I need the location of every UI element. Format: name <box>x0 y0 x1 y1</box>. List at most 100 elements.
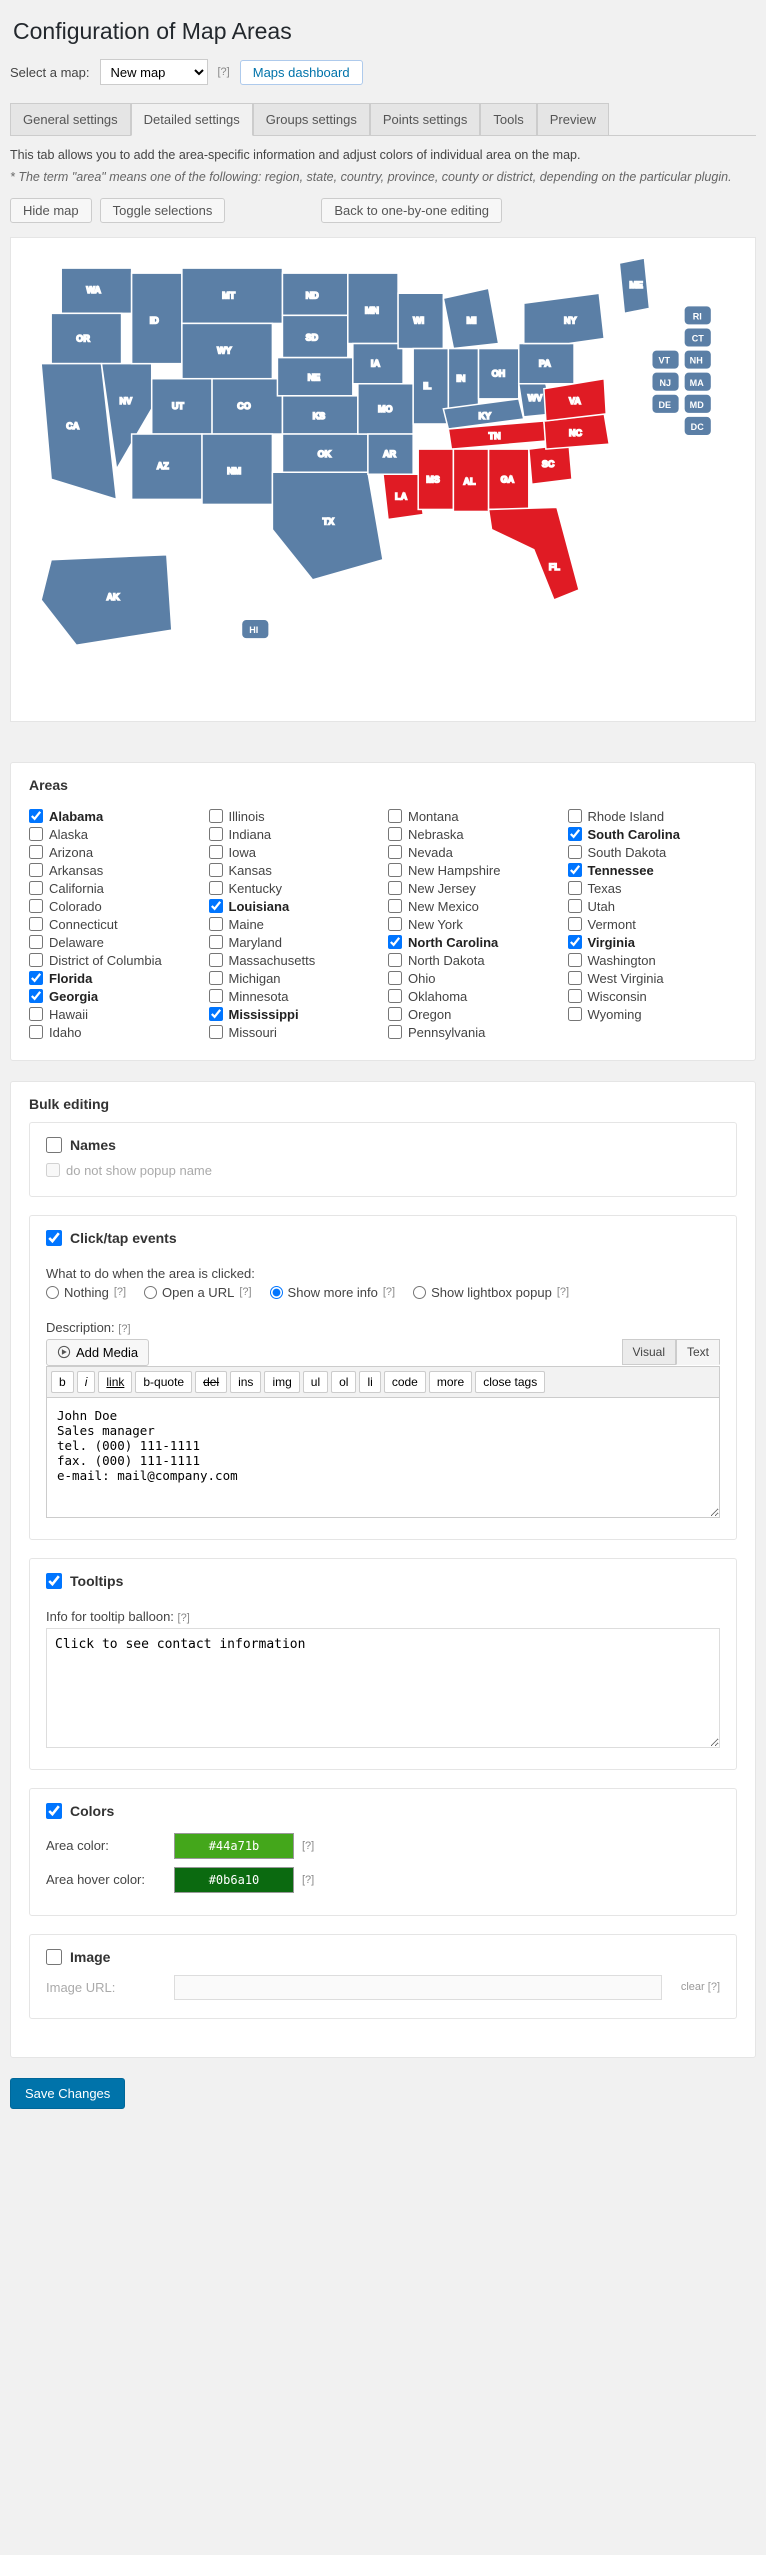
qt-ol[interactable]: ol <box>331 1371 356 1393</box>
area-checkbox-input[interactable] <box>29 899 43 913</box>
editor-tab-text[interactable]: Text <box>676 1339 720 1365</box>
area-checkbox-input[interactable] <box>29 827 43 841</box>
area-checkbox-input[interactable] <box>568 989 582 1003</box>
help-icon[interactable]: [?] <box>218 66 230 78</box>
area-checkbox-input[interactable] <box>388 845 402 859</box>
area-checkbox[interactable]: Michigan <box>209 971 379 986</box>
area-checkbox[interactable]: Wyoming <box>568 1007 738 1022</box>
area-checkbox[interactable]: Utah <box>568 899 738 914</box>
area-checkbox-input[interactable] <box>568 935 582 949</box>
area-checkbox[interactable]: Georgia <box>29 989 199 1004</box>
area-checkbox-input[interactable] <box>29 881 43 895</box>
radio-show-more[interactable] <box>270 1286 283 1299</box>
radio-lightbox[interactable] <box>413 1286 426 1299</box>
image-clear-link[interactable]: clear [?] <box>670 1981 720 1993</box>
area-checkbox[interactable]: North Dakota <box>388 953 558 968</box>
usa-map[interactable]: WA OR CA NV ID MT WY UT AZ CO NM ND SD N… <box>21 248 745 711</box>
area-checkbox[interactable]: Delaware <box>29 935 199 950</box>
area-checkbox-input[interactable] <box>29 1007 43 1021</box>
area-checkbox[interactable]: Kansas <box>209 863 379 878</box>
area-checkbox[interactable]: Louisiana <box>209 899 379 914</box>
area-checkbox-input[interactable] <box>29 1025 43 1039</box>
help-icon[interactable]: [?] <box>114 1286 126 1298</box>
area-checkbox-input[interactable] <box>209 827 223 841</box>
qt-ins[interactable]: ins <box>230 1371 261 1393</box>
area-checkbox[interactable]: Arkansas <box>29 863 199 878</box>
area-checkbox-input[interactable] <box>568 827 582 841</box>
qt-ul[interactable]: ul <box>303 1371 328 1393</box>
area-checkbox-input[interactable] <box>568 917 582 931</box>
qt-bquote[interactable]: b-quote <box>135 1371 192 1393</box>
area-checkbox[interactable] <box>568 1025 738 1040</box>
area-checkbox[interactable]: New Mexico <box>388 899 558 914</box>
add-media-button[interactable]: Add Media <box>46 1339 149 1366</box>
area-checkbox-input[interactable] <box>388 809 402 823</box>
area-checkbox[interactable]: Nebraska <box>388 827 558 842</box>
area-checkbox-input[interactable] <box>209 881 223 895</box>
area-checkbox-input[interactable] <box>29 845 43 859</box>
image-url-input[interactable] <box>174 1975 662 2000</box>
area-checkbox[interactable]: Alaska <box>29 827 199 842</box>
hide-map-button[interactable]: Hide map <box>10 198 92 223</box>
save-changes-button[interactable]: Save Changes <box>10 2078 125 2109</box>
help-icon[interactable]: [?] <box>557 1286 569 1298</box>
area-checkbox-input[interactable] <box>388 971 402 985</box>
map-select[interactable]: New map <box>100 59 208 85</box>
area-checkbox[interactable]: Nevada <box>388 845 558 860</box>
area-checkbox-input[interactable] <box>209 917 223 931</box>
radio-open-url[interactable] <box>144 1286 157 1299</box>
area-checkbox[interactable]: Iowa <box>209 845 379 860</box>
area-checkbox[interactable]: Colorado <box>29 899 199 914</box>
area-checkbox-input[interactable] <box>209 1025 223 1039</box>
help-icon[interactable]: [?] <box>118 1323 130 1335</box>
editor-tab-visual[interactable]: Visual <box>622 1339 676 1365</box>
area-checkbox[interactable]: Connecticut <box>29 917 199 932</box>
colors-toggle-checkbox[interactable] <box>46 1803 62 1819</box>
qt-more[interactable]: more <box>429 1371 472 1393</box>
area-checkbox-input[interactable] <box>209 899 223 913</box>
area-checkbox[interactable]: Massachusetts <box>209 953 379 968</box>
names-no-popup-checkbox[interactable] <box>46 1163 60 1177</box>
area-checkbox-input[interactable] <box>568 971 582 985</box>
back-to-one-by-one-button[interactable]: Back to one-by-one editing <box>321 198 502 223</box>
area-checkbox[interactable]: Kentucky <box>209 881 379 896</box>
tab-groups[interactable]: Groups settings <box>253 103 370 136</box>
area-checkbox[interactable]: Tennessee <box>568 863 738 878</box>
area-checkbox[interactable]: Montana <box>388 809 558 824</box>
toggle-selections-button[interactable]: Toggle selections <box>100 198 226 223</box>
area-checkbox[interactable]: North Carolina <box>388 935 558 950</box>
qt-img[interactable]: img <box>264 1371 299 1393</box>
area-checkbox-input[interactable] <box>209 809 223 823</box>
click-toggle-checkbox[interactable] <box>46 1230 62 1246</box>
tab-preview[interactable]: Preview <box>537 103 609 136</box>
area-checkbox-input[interactable] <box>568 845 582 859</box>
qt-bold[interactable]: b <box>51 1371 74 1393</box>
tab-general[interactable]: General settings <box>10 103 131 136</box>
area-checkbox-input[interactable] <box>568 881 582 895</box>
description-textarea[interactable] <box>46 1398 720 1518</box>
tooltips-toggle-checkbox[interactable] <box>46 1573 62 1589</box>
area-checkbox[interactable]: Arizona <box>29 845 199 860</box>
radio-nothing[interactable] <box>46 1286 59 1299</box>
area-checkbox-input[interactable] <box>29 863 43 877</box>
image-toggle-checkbox[interactable] <box>46 1949 62 1965</box>
tab-tools[interactable]: Tools <box>480 103 536 136</box>
area-checkbox[interactable]: Ohio <box>388 971 558 986</box>
area-checkbox-input[interactable] <box>209 989 223 1003</box>
area-checkbox[interactable]: Virginia <box>568 935 738 950</box>
area-checkbox[interactable]: California <box>29 881 199 896</box>
help-icon[interactable]: [?] <box>239 1286 251 1298</box>
qt-close[interactable]: close tags <box>475 1371 545 1393</box>
area-checkbox[interactable]: Mississippi <box>209 1007 379 1022</box>
area-checkbox[interactable]: Alabama <box>29 809 199 824</box>
tooltip-textarea[interactable] <box>46 1628 720 1748</box>
help-icon[interactable]: [?] <box>178 1612 190 1624</box>
help-icon[interactable]: [?] <box>302 1840 332 1852</box>
area-checkbox[interactable]: West Virginia <box>568 971 738 986</box>
area-checkbox[interactable]: Rhode Island <box>568 809 738 824</box>
area-checkbox-input[interactable] <box>568 1007 582 1021</box>
maps-dashboard-button[interactable]: Maps dashboard <box>240 60 363 85</box>
area-checkbox[interactable]: South Carolina <box>568 827 738 842</box>
area-checkbox-input[interactable] <box>209 863 223 877</box>
tab-detailed[interactable]: Detailed settings <box>131 103 253 136</box>
